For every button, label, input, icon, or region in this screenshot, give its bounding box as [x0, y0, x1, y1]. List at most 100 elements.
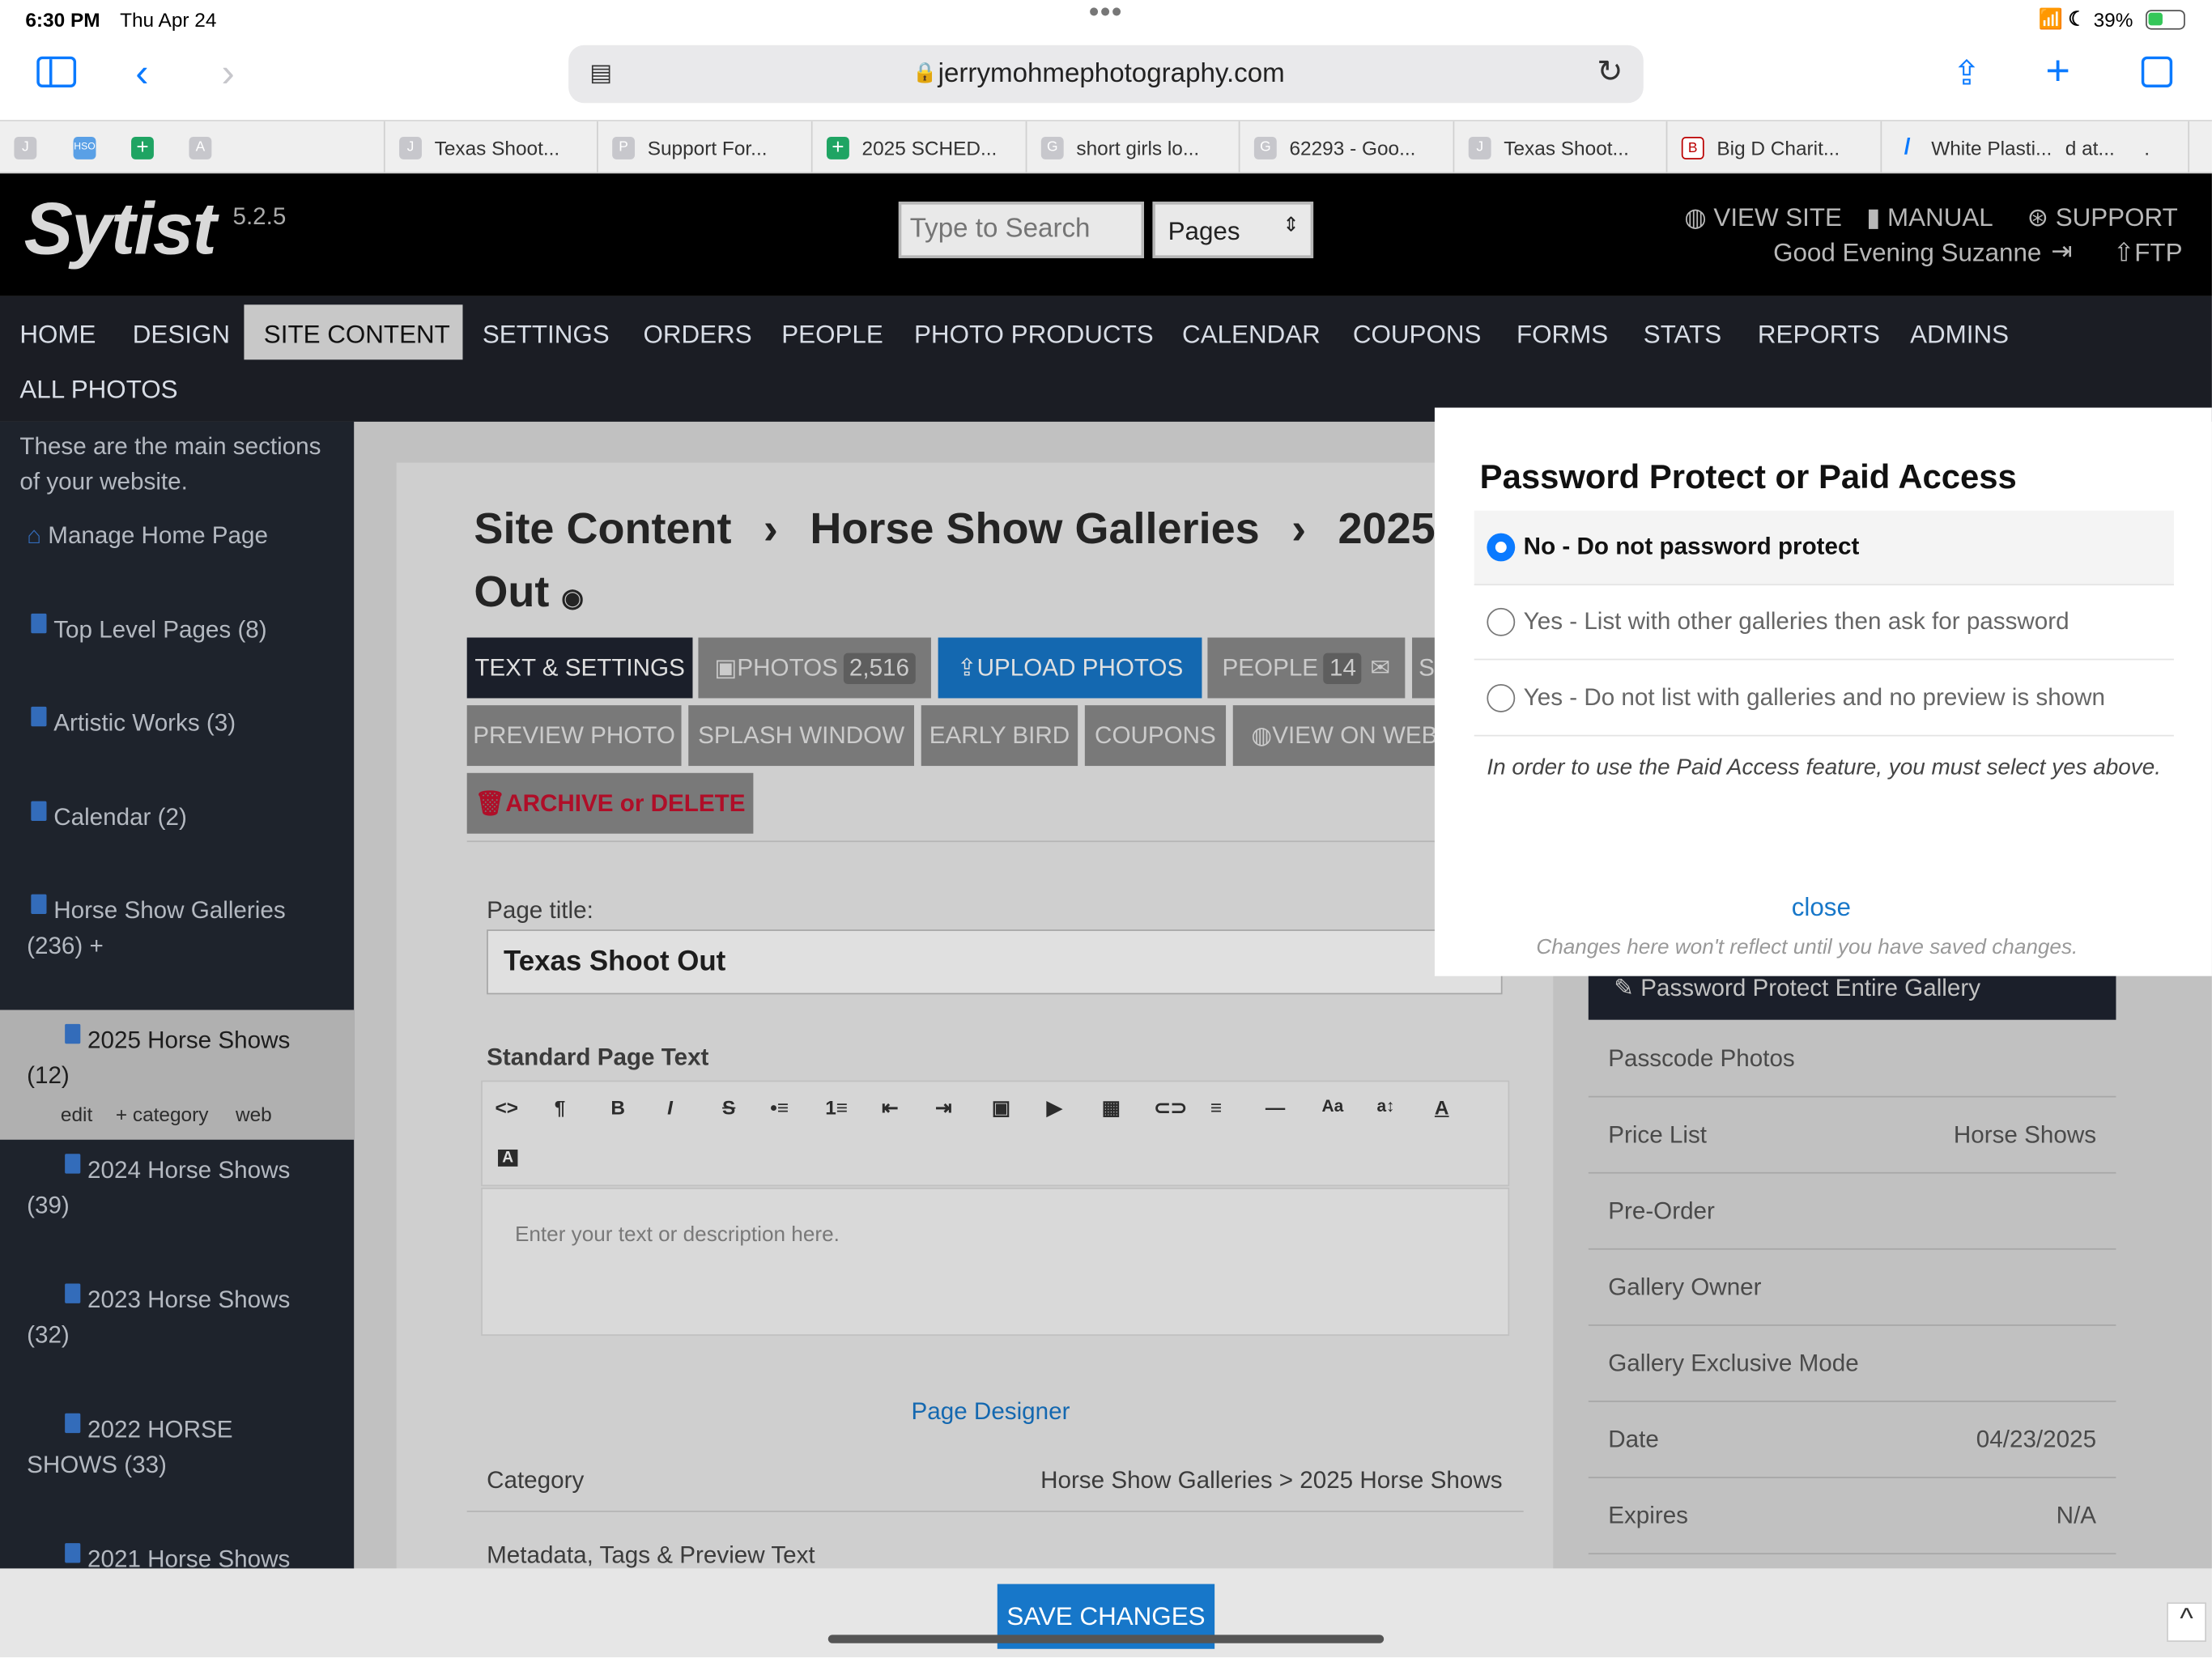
tab-partial-2[interactable]: . — [2144, 121, 2190, 174]
nav-reports[interactable]: REPORTS — [1758, 321, 1880, 351]
nav-calendar[interactable]: CALENDAR — [1182, 321, 1321, 351]
tab-support[interactable]: P Support For... — [596, 121, 810, 174]
tab-title: . — [2144, 136, 2150, 159]
logout-icon[interactable]: ⇥ — [2051, 237, 2072, 267]
url-text[interactable]: jerrymohmephotography.com — [938, 59, 1285, 90]
nav-admins[interactable]: ADMINS — [1910, 321, 2009, 351]
nav-forms[interactable]: FORMS — [1516, 321, 1608, 351]
ftp-link[interactable]: ⇧FTP — [2113, 238, 2183, 268]
tab-favicon: HSO — [73, 136, 96, 159]
close-link[interactable]: close — [1792, 893, 1851, 923]
nav-design[interactable]: DESIGN — [133, 321, 230, 351]
multitask-dots-icon[interactable]: ••• — [1089, 0, 1123, 30]
version-label: 5.2.5 — [232, 202, 287, 230]
reader-icon[interactable]: ▤ — [589, 59, 612, 87]
globe-icon: ◍ — [1684, 202, 1714, 232]
tab-favicon: P — [612, 136, 636, 159]
upload-icon: ⇧ — [2112, 238, 2135, 267]
reload-icon[interactable]: ↻ — [1597, 53, 1623, 90]
tab-favicon: / — [1904, 134, 1911, 159]
nav-photo-products[interactable]: PHOTO PRODUCTS — [914, 321, 1154, 351]
view-site-label: VIEW SITE — [1713, 202, 1842, 232]
tab-title: d at... — [2065, 136, 2115, 159]
option-no-password[interactable]: No - Do not password protect — [1474, 510, 2174, 586]
tab-favicon: A — [189, 136, 212, 159]
tab-62293[interactable]: G 62293 - Goo... — [1238, 121, 1452, 174]
option-label: No - Do not password protect — [1523, 533, 1860, 560]
nav-all-photos[interactable]: ALL PHOTOS — [19, 375, 177, 405]
paid-access-note: In order to use the Paid Access feature,… — [1487, 755, 2162, 780]
radio-icon[interactable] — [1487, 607, 1516, 636]
tab-texas-shoot-2[interactable]: J Texas Shoot... — [1453, 121, 1666, 174]
status-bar: 6:30 PM Thu Apr 24 ••• 📶 ☾ 39% — [0, 0, 2212, 40]
option-label: Yes - Do not list with galleries and no … — [1523, 684, 2106, 712]
search-scope-select[interactable]: Pages ⇕ — [1152, 202, 1314, 258]
address-bar[interactable]: ▤ 🔒 jerrymohmephotography.com ↻ — [568, 45, 1644, 104]
password-modal: Password Protect or Paid Access No - Do … — [1434, 407, 2212, 976]
radio-selected-icon[interactable] — [1487, 533, 1516, 562]
tab-partial[interactable]: d at... — [2065, 121, 2145, 173]
status-time: 6:30 PM — [25, 8, 100, 32]
greeting-text: Good Evening Suzanne — [1773, 238, 2042, 267]
tab-title: Support For... — [647, 136, 768, 159]
home-indicator — [827, 1635, 1385, 1643]
view-site-link[interactable]: ◍ VIEW SITE — [1684, 203, 1842, 233]
modal-title: Password Protect or Paid Access — [1479, 458, 2017, 497]
tab-title: Texas Shoot... — [1504, 136, 1629, 159]
tab-title: 2025 SCHED... — [861, 136, 998, 159]
tab-title: short girls lo... — [1076, 136, 1200, 159]
new-tab-icon[interactable]: + — [2045, 48, 2070, 96]
tabs-overview-icon[interactable] — [2141, 56, 2173, 88]
moon-icon: ☾ — [2068, 6, 2087, 30]
nav-settings[interactable]: SETTINGS — [483, 321, 610, 351]
nav-home[interactable]: HOME — [19, 321, 96, 351]
ftp-label: FTP — [2134, 238, 2183, 267]
nav-site-content[interactable]: SITE CONTENT — [244, 304, 463, 360]
search-scope-value: Pages — [1168, 217, 1240, 246]
tab-white-plastic[interactable]: / White Plasti... — [1880, 121, 2065, 174]
sytist-logo[interactable]: Sytist — [24, 188, 217, 273]
tab-title: Texas Shoot... — [434, 136, 560, 159]
battery-icon — [2146, 10, 2185, 30]
tab-title: Big D Charit... — [1716, 136, 1840, 159]
nav-coupons[interactable]: COUPONS — [1353, 321, 1482, 351]
tab-favicon: J — [399, 136, 422, 159]
tab-title: White Plasti... — [1931, 136, 2052, 159]
back-icon[interactable]: ‹ — [135, 51, 148, 96]
scroll-top-icon[interactable]: ^ — [2167, 1602, 2206, 1643]
tab-favicon: G — [1253, 136, 1277, 159]
status-date: Thu Apr 24 — [120, 8, 217, 32]
tab-favicon: + — [826, 135, 849, 159]
manual-label: MANUAL — [1887, 202, 1993, 232]
nav-orders[interactable]: ORDERS — [643, 321, 751, 351]
tab-pinned-1[interactable]: J — [0, 121, 42, 173]
chevron-updown-icon: ⇕ — [1283, 213, 1300, 236]
tab-short-girls[interactable]: Gshort girls lo... — [1025, 121, 1239, 174]
tab-big-d-charity[interactable]: B Big D Charit... — [1665, 121, 1879, 174]
battery-percent: 39% — [2093, 8, 2133, 32]
forward-icon[interactable]: › — [222, 51, 235, 96]
tab-pinned-2[interactable]: HSO — [59, 121, 116, 173]
radio-icon[interactable] — [1487, 684, 1516, 712]
nav-people[interactable]: PEOPLE — [781, 321, 883, 351]
main-nav: HOME DESIGN SITE CONTENT SETTINGS ORDERS… — [0, 295, 2212, 422]
tab-pinned-3[interactable]: + — [117, 121, 174, 173]
tab-texas-shoot[interactable]: J Texas Shoot... — [383, 121, 597, 174]
support-label: SUPPORT — [2055, 202, 2178, 232]
sidebar-toggle-icon[interactable] — [36, 56, 77, 88]
option-no-list-no-preview[interactable]: Yes - Do not list with galleries and no … — [1474, 661, 2174, 737]
manual-link[interactable]: ▮ MANUAL — [1866, 203, 1993, 233]
app-header: Sytist 5.2.5 Pages ⇕ ◍ VIEW SITE ▮ MANUAL… — [0, 173, 2212, 296]
lock-icon: 🔒 — [912, 60, 938, 83]
tab-pinned-4[interactable]: A — [175, 121, 232, 173]
option-list-ask-password[interactable]: Yes - List with other galleries then ask… — [1474, 585, 2174, 661]
search-input[interactable] — [898, 202, 1145, 258]
share-icon[interactable]: ⇪ — [1952, 53, 1980, 95]
tab-2025-schedule[interactable]: +2025 SCHED... — [810, 121, 1024, 174]
option-label: Yes - List with other galleries then ask… — [1523, 607, 2069, 636]
tab-favicon: B — [1681, 136, 1704, 159]
support-link[interactable]: ⊛ SUPPORT — [2027, 203, 2178, 233]
bottom-bar: SAVE CHANGES ^ — [0, 1568, 2212, 1658]
nav-stats[interactable]: STATS — [1644, 321, 1721, 351]
tab-favicon: J — [1468, 136, 1491, 159]
